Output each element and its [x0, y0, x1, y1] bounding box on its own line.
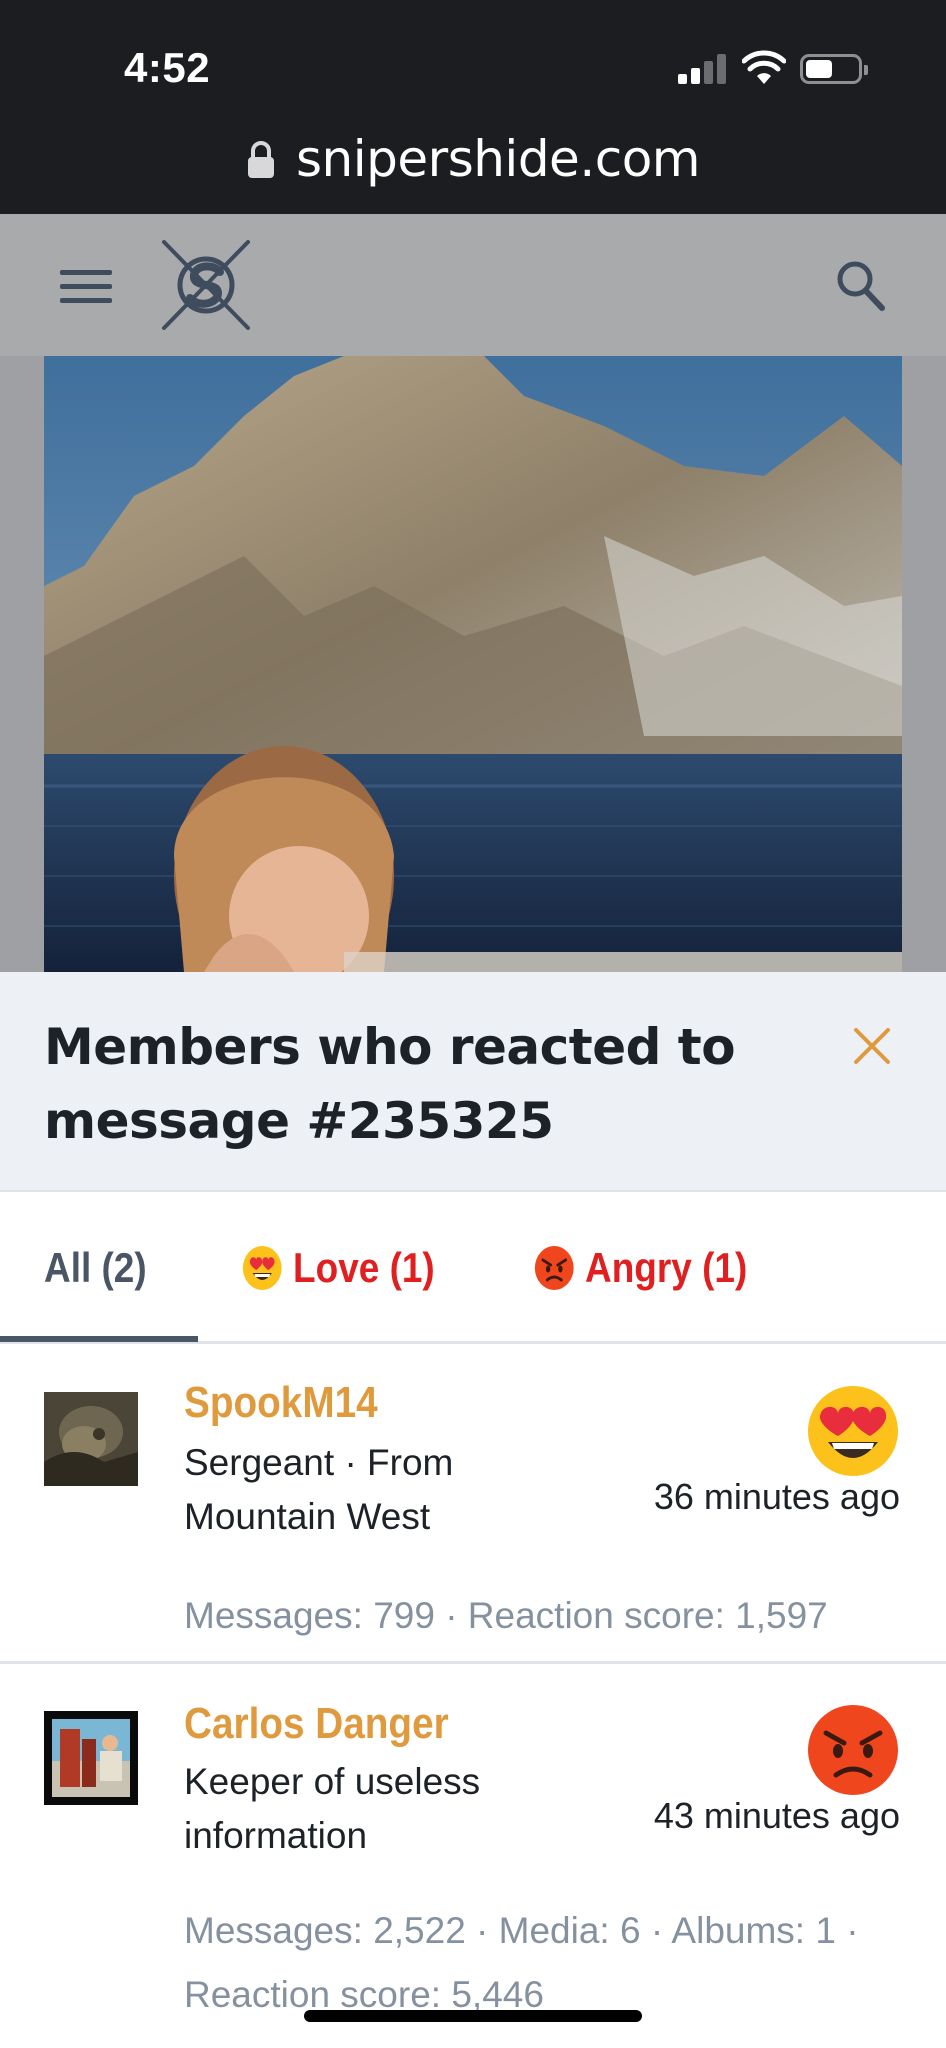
search-icon[interactable]	[834, 258, 886, 312]
site-header	[0, 214, 946, 356]
status-time: 4:52	[124, 44, 211, 91]
angry-face-emoji-icon	[534, 1246, 574, 1290]
member-title: Sergeant · From Mountain West	[184, 1442, 454, 1537]
hamburger-icon[interactable]	[60, 270, 112, 304]
angry-face-emoji-icon	[808, 1705, 898, 1795]
member-name[interactable]: Carlos Danger	[184, 1699, 449, 1749]
reaction-tabs: All (2) Love (1) Angry (1)	[0, 1192, 946, 1344]
post-image	[44, 356, 902, 972]
member-stats: Messages: 799 · Reaction score: 1,597	[184, 1595, 828, 1636]
list-item: SpookM14 Sergeant · From Mountain West M…	[0, 1344, 946, 1664]
heart-eyes-emoji-icon	[242, 1246, 282, 1290]
lock-icon	[248, 141, 274, 178]
overlay-title: Members who reacted to message #235325	[44, 1018, 736, 1150]
member-name[interactable]: SpookM14	[184, 1378, 378, 1428]
active-tab-indicator	[0, 1336, 198, 1342]
member-title: Keeper of useless information	[184, 1761, 481, 1856]
reaction-time: 43 minutes ago	[653, 1795, 900, 1836]
tab-all-label: All (2)	[44, 1244, 147, 1291]
close-icon[interactable]	[852, 1026, 892, 1066]
tab-angry-label: Angry (1)	[585, 1244, 748, 1291]
member-stats: Messages: 2,522 · Media: 6 · Albums: 1 ·…	[184, 1910, 859, 2015]
reaction-time: 36 minutes ago	[653, 1476, 900, 1517]
heart-eyes-emoji-icon	[808, 1386, 898, 1476]
avatar[interactable]	[44, 1392, 138, 1486]
status-bar: 4:52	[0, 0, 946, 110]
tab-all[interactable]: All (2)	[44, 1242, 147, 1294]
avatar[interactable]	[44, 1711, 138, 1805]
url-text[interactable]: snipershide.com	[296, 130, 701, 188]
browser-url-bar[interactable]: snipershide.com	[0, 110, 946, 214]
reactions-overlay-header: Members who reacted to message #235325	[0, 972, 946, 1192]
tab-love-label: Love (1)	[293, 1244, 435, 1291]
list-item: Carlos Danger Keeper of useless informat…	[0, 1667, 946, 2048]
wifi-icon	[742, 50, 786, 84]
site-logo[interactable]	[158, 236, 254, 334]
battery-icon	[800, 54, 868, 84]
cellular-signal-icon	[678, 52, 726, 84]
home-indicator[interactable]	[304, 2010, 642, 2022]
tab-angry[interactable]: Angry (1)	[534, 1242, 747, 1294]
tab-love[interactable]: Love (1)	[242, 1242, 435, 1294]
